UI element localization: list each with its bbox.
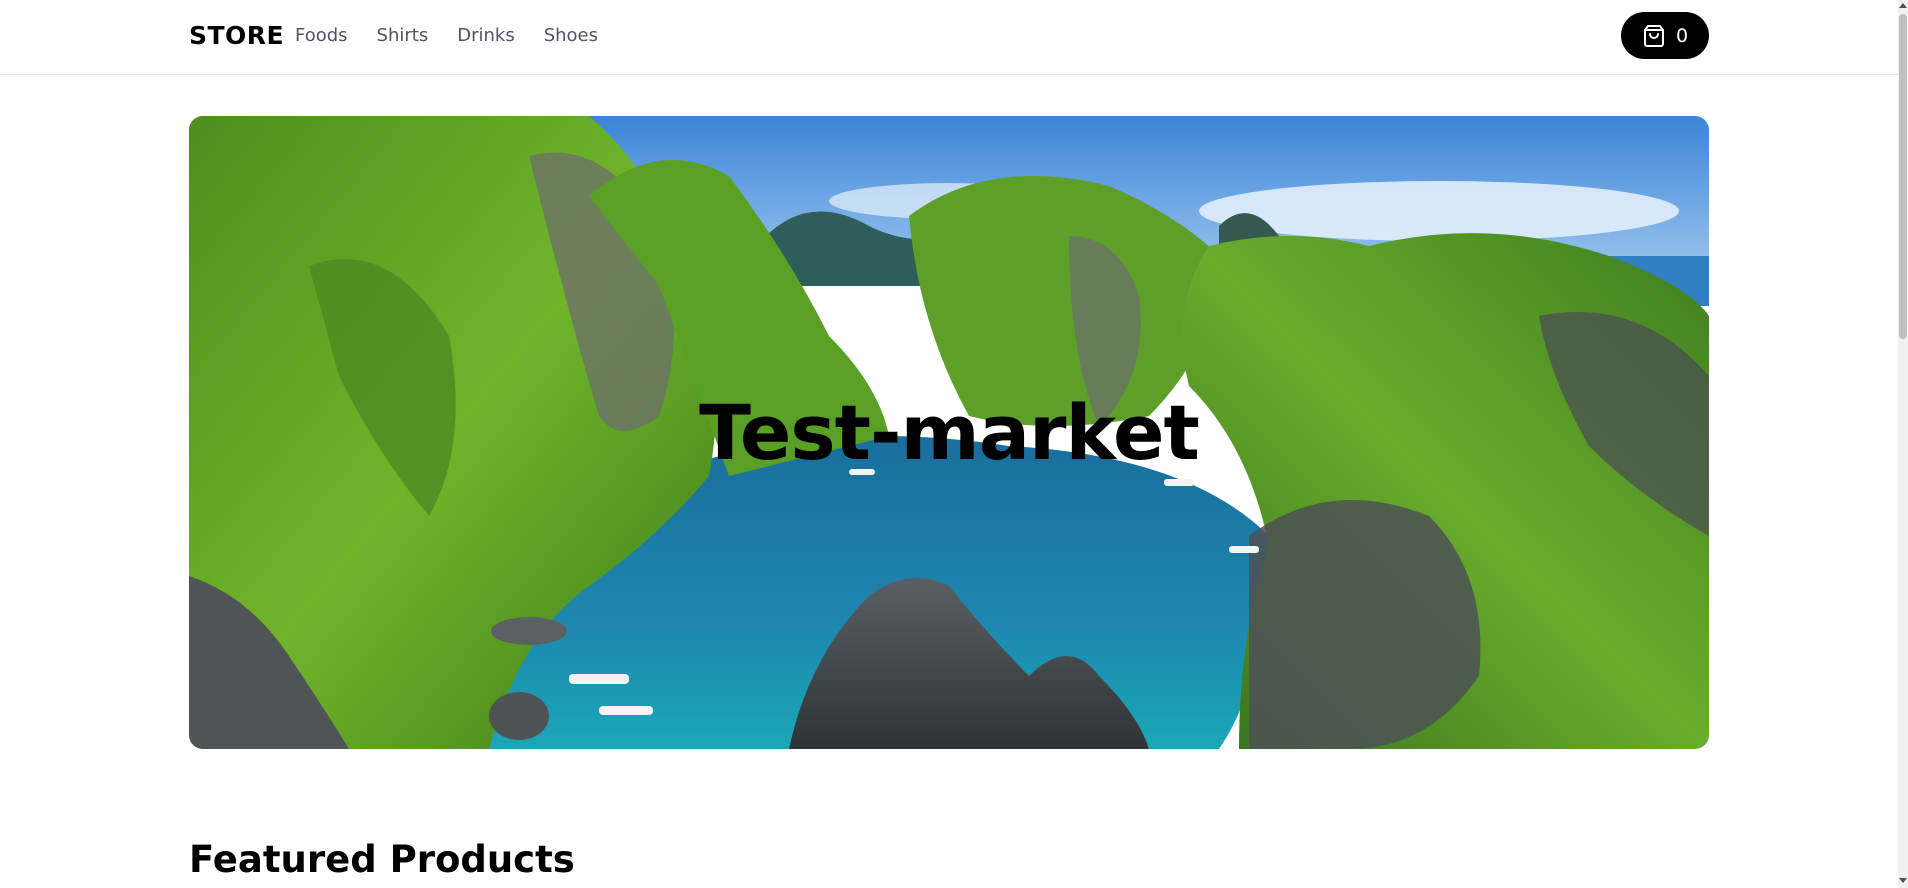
hero-title: Test-market xyxy=(699,388,1200,477)
store-page: STORE Foods Shirts Drinks Shoes 0 Test-m… xyxy=(0,0,1908,888)
scrollbar-thumb[interactable] xyxy=(1899,14,1907,339)
nav-link-shoes[interactable]: Shoes xyxy=(544,24,598,48)
nav-link-shirts[interactable]: Shirts xyxy=(377,24,429,48)
page-scrollbar[interactable] xyxy=(1898,0,1908,888)
cart-count: 0 xyxy=(1675,24,1689,47)
cart-button[interactable]: 0 xyxy=(1621,12,1709,59)
main-nav: Foods Shirts Drinks Shoes xyxy=(295,24,627,48)
site-header: STORE Foods Shirts Drinks Shoes 0 xyxy=(0,0,1898,75)
hero-banner: Test-market xyxy=(189,116,1709,749)
nav-link-foods[interactable]: Foods xyxy=(295,24,348,48)
nav-link-drinks[interactable]: Drinks xyxy=(457,24,514,48)
store-logo[interactable]: STORE xyxy=(189,20,284,52)
scroll-down-arrow-icon[interactable] xyxy=(1899,878,1907,883)
scroll-up-arrow-icon[interactable] xyxy=(1899,3,1907,8)
featured-products-title: Featured Products xyxy=(189,838,575,881)
shopping-bag-icon xyxy=(1642,24,1666,48)
